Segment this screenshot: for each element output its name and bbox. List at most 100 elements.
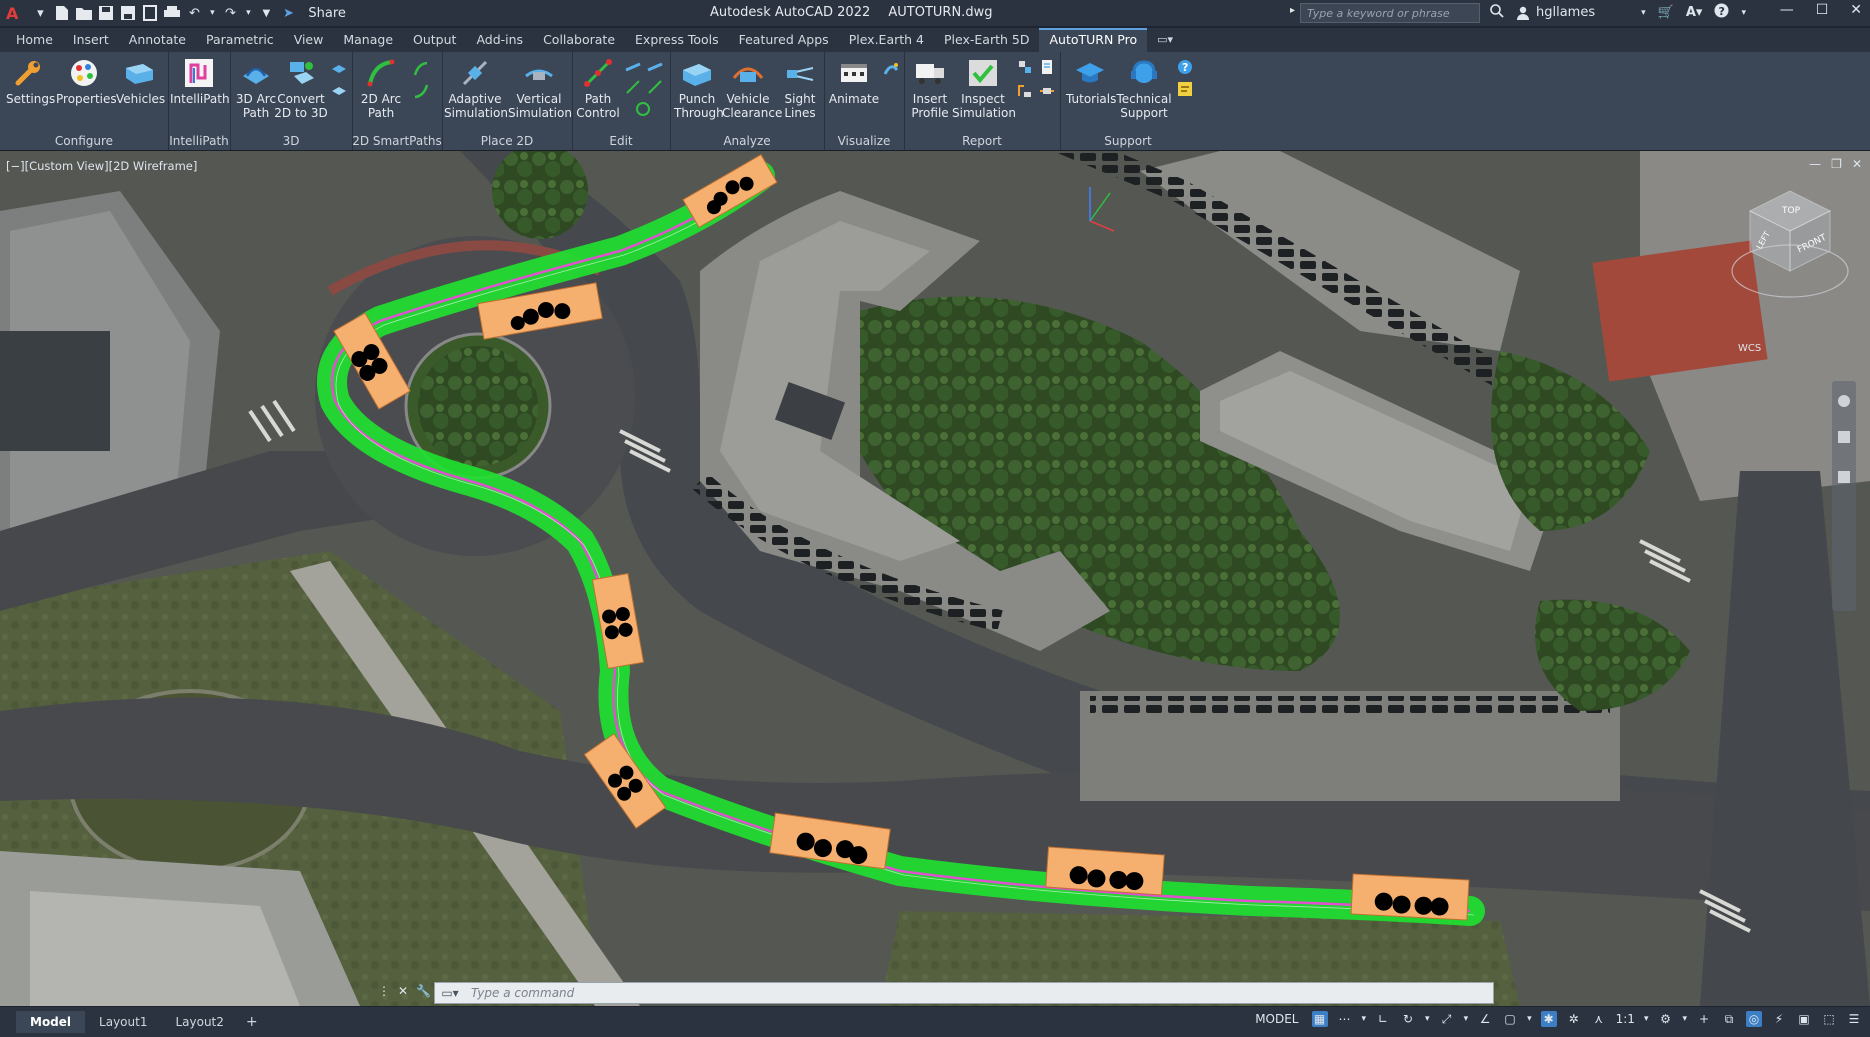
add-scale-icon[interactable]: +: [1696, 1011, 1712, 1027]
ribbon-minimize-icon[interactable]: ▭▾: [1147, 28, 1183, 52]
report-tool-small-icon[interactable]: [1016, 58, 1034, 76]
insert-profile-button[interactable]: Insert Profile: [908, 56, 952, 120]
wcs-label[interactable]: WCS: [1738, 343, 1761, 354]
view-cube-top[interactable]: TOP: [1781, 206, 1801, 216]
help-small-icon[interactable]: ?: [1176, 58, 1194, 76]
layout-tab-layout2[interactable]: Layout2: [161, 1011, 237, 1033]
osnap-dropdown-icon[interactable]: ▾: [1464, 1014, 1469, 1024]
intellipath-button[interactable]: IntelliPath: [170, 56, 230, 106]
undo-dropdown-icon[interactable]: ▾: [208, 5, 216, 21]
undo-icon[interactable]: ↶: [186, 5, 202, 21]
polar-icon[interactable]: ↻: [1400, 1011, 1416, 1027]
scale-dropdown-icon[interactable]: ▾: [1644, 1014, 1649, 1024]
new-file-icon[interactable]: [54, 5, 70, 21]
customization-menu-icon[interactable]: ☰: [1846, 1011, 1862, 1027]
3d-tool-small-icon[interactable]: [330, 60, 348, 78]
polar-dropdown-icon[interactable]: ▾: [1425, 1014, 1430, 1024]
tab-home[interactable]: Home: [0, 28, 63, 52]
inspect-simulation-button[interactable]: Inspect Simulation: [952, 56, 1016, 120]
convert-2d-to-3d-button[interactable]: Convert 2D to 3D: [274, 56, 328, 120]
edit-tool-small-icon-4[interactable]: [646, 78, 664, 96]
customize-qat-icon[interactable]: ▼: [258, 5, 274, 21]
path-control-button[interactable]: Path Control: [576, 56, 620, 120]
isodraft-icon[interactable]: ∠: [1477, 1011, 1493, 1027]
viewport-minimize-icon[interactable]: —: [1809, 157, 1821, 171]
hardware-acceleration-icon[interactable]: ⚡: [1771, 1011, 1787, 1027]
fullscreen-icon[interactable]: ⬚: [1821, 1011, 1837, 1027]
save-icon[interactable]: [98, 5, 114, 21]
redo-dropdown-icon[interactable]: ▾: [244, 5, 252, 21]
add-layout-icon[interactable]: +: [246, 1014, 258, 1030]
snap-dropdown-icon[interactable]: ▾: [1362, 1014, 1367, 1024]
technical-support-button[interactable]: Technical Support: [1116, 56, 1172, 120]
punch-through-button[interactable]: Punch Through: [674, 56, 724, 120]
command-history-icon[interactable]: ▭▾: [435, 983, 465, 1003]
3d-arc-path-button[interactable]: 3D Arc Path: [234, 56, 278, 120]
tab-insert[interactable]: Insert: [63, 28, 119, 52]
user-account[interactable]: hgllames ▾: [1516, 5, 1646, 20]
report-tool-small-icon-4[interactable]: [1038, 82, 1056, 100]
open-from-web-icon[interactable]: [142, 5, 158, 21]
annotation-scale-value[interactable]: 1:1: [1616, 1012, 1635, 1026]
viewport-close-icon[interactable]: ✕: [1852, 157, 1862, 171]
smartpath-tool-small-icon[interactable]: [412, 60, 430, 78]
annotation-scale-icon[interactable]: ⋏: [1591, 1011, 1607, 1027]
notes-small-icon[interactable]: [1176, 80, 1194, 98]
vehicle-bus-8[interactable]: [1350, 873, 1470, 921]
2d-arc-path-button[interactable]: 2D Arc Path: [358, 56, 404, 120]
command-input[interactable]: Type a command: [471, 986, 574, 1000]
search-input[interactable]: Type a keyword or phrase: [1300, 3, 1480, 23]
minimize-icon[interactable]: —: [1780, 2, 1794, 18]
autodesk-a360-icon[interactable]: A▾: [1686, 5, 1703, 20]
tutorials-button[interactable]: Tutorials: [1066, 56, 1116, 106]
edit-tool-small-icon-2[interactable]: [646, 58, 664, 76]
report-tool-small-icon-3[interactable]: [1016, 82, 1034, 100]
ortho-icon[interactable]: ∟: [1375, 1011, 1391, 1027]
model-space-toggle[interactable]: MODEL: [1251, 1012, 1302, 1026]
search-icon[interactable]: [1490, 3, 1504, 22]
command-customize-icon[interactable]: 🔧: [416, 984, 431, 998]
redo-icon[interactable]: ↷: [222, 5, 238, 21]
refresh-icon[interactable]: [634, 100, 652, 118]
save-as-icon[interactable]: [120, 5, 136, 21]
annotation-visibility-icon[interactable]: ✱: [1540, 1011, 1557, 1027]
tab-plex-earth-4[interactable]: Plex.Earth 4: [839, 28, 934, 52]
3d-tool-small-icon-2[interactable]: [330, 82, 348, 100]
sight-lines-button[interactable]: Sight Lines: [780, 56, 820, 120]
tab-view[interactable]: View: [284, 28, 334, 52]
cart-icon[interactable]: 🛒: [1658, 5, 1674, 20]
layout-tab-layout1[interactable]: Layout1: [85, 1011, 161, 1033]
help-icon[interactable]: ?: [1714, 3, 1729, 22]
open-folder-icon[interactable]: [76, 5, 93, 21]
smartpath-tool-small-icon-2[interactable]: [412, 82, 430, 100]
share-button[interactable]: Share: [308, 6, 346, 21]
viewport-controls-label[interactable]: [−][Custom View][2D Wireframe]: [6, 159, 197, 173]
tab-autoturn-pro[interactable]: AutoTURN Pro: [1039, 28, 1148, 52]
command-line[interactable]: ▭▾ Type a command: [434, 982, 1494, 1004]
help-dropdown-icon[interactable]: ▾: [1741, 8, 1746, 18]
snap-icon[interactable]: ⋯: [1337, 1011, 1353, 1027]
adaptive-simulation-button[interactable]: Adaptive Simulation: [444, 56, 508, 120]
object-snap-tracking-icon[interactable]: ⤢: [1439, 1011, 1455, 1027]
isolate-objects-icon[interactable]: ◎: [1746, 1011, 1762, 1027]
user-dropdown-icon[interactable]: ▾: [1641, 8, 1646, 18]
workspace-gear-icon[interactable]: ⚙: [1657, 1011, 1673, 1027]
vertical-simulation-button[interactable]: Vertical Simulation: [508, 56, 572, 120]
tab-parametric[interactable]: Parametric: [196, 28, 284, 52]
vehicle-bus-7[interactable]: [1045, 846, 1165, 896]
aerial-map-canvas[interactable]: TOP LEFT FRONT WCS: [0, 151, 1870, 1006]
tab-featured-apps[interactable]: Featured Apps: [729, 28, 839, 52]
command-grip-icon[interactable]: ⋮: [378, 984, 390, 998]
properties-button[interactable]: Properties: [56, 56, 117, 106]
dropdown-arrow-icon[interactable]: ▾: [32, 5, 48, 21]
edit-tool-small-icon-3[interactable]: [624, 78, 642, 96]
command-close-icon[interactable]: ✕: [398, 984, 408, 998]
tab-add-ins[interactable]: Add-ins: [466, 28, 533, 52]
tab-collaborate[interactable]: Collaborate: [533, 28, 625, 52]
search-expand-icon[interactable]: ▸: [1290, 5, 1295, 16]
tab-express-tools[interactable]: Express Tools: [625, 28, 729, 52]
autocad-logo-icon[interactable]: A: [6, 4, 18, 23]
maximize-icon[interactable]: ☐: [1816, 2, 1829, 18]
clean-screen-icon[interactable]: ▣: [1796, 1011, 1812, 1027]
auto-scale-icon[interactable]: ✲: [1566, 1011, 1582, 1027]
